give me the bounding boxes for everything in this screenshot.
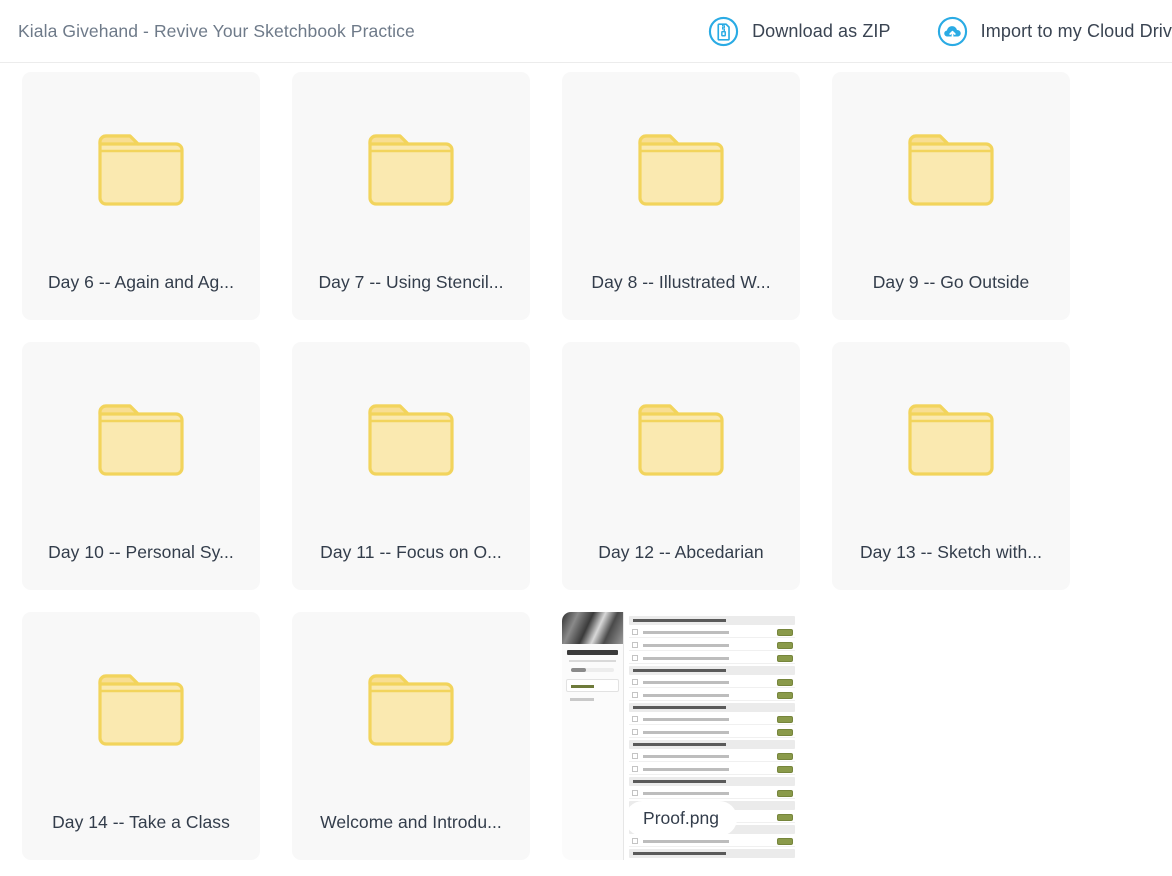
file-tile-image[interactable]: Proof.png (562, 612, 800, 860)
thumbnail-progress-bar (571, 668, 614, 672)
file-browser: Day 6 -- Again and Ag... Day 7 -- Using … (0, 63, 1172, 860)
header-actions: Download as ZIP Import to my Cloud Driv (708, 16, 1172, 47)
thumbnail-row (628, 627, 795, 638)
file-tile-folder[interactable]: Day 7 -- Using Stencil... (292, 72, 530, 320)
thumbnail-nav-item (570, 698, 595, 701)
file-tile-folder[interactable]: Day 11 -- Focus on O... (292, 342, 530, 590)
thumbnail-row (628, 788, 795, 799)
file-name-label: Day 9 -- Go Outside (872, 272, 1030, 292)
file-name-label: Day 12 -- Abcedarian (598, 542, 764, 562)
thumbnail-section-header (628, 616, 795, 625)
file-tile-folder[interactable]: Day 9 -- Go Outside (832, 72, 1070, 320)
download-as-zip-button[interactable]: Download as ZIP (708, 16, 891, 47)
folder-icon-area (562, 342, 800, 538)
thumbnail-course-subtitle (569, 660, 616, 662)
folder-icon-area (22, 612, 260, 808)
import-to-cloud-drive-button[interactable]: Import to my Cloud Driv (937, 16, 1172, 47)
thumbnail-course-title (567, 650, 618, 655)
import-to-cloud-drive-label: Import to my Cloud Driv (980, 20, 1172, 41)
file-grid: Day 6 -- Again and Ag... Day 7 -- Using … (22, 72, 1172, 860)
page-header: Kiala Givehand - Revive Your Sketchbook … (0, 0, 1172, 63)
thumbnail-section-header (628, 777, 795, 786)
file-name-label: Day 13 -- Sketch with... (859, 542, 1043, 562)
folder-icon-area (562, 72, 800, 268)
file-name-label: Day 6 -- Again and Ag... (47, 272, 235, 292)
thumbnail-row (628, 653, 795, 664)
thumbnail-row (628, 677, 795, 688)
thumbnail-hero-image (562, 612, 623, 644)
folder-icon-area (22, 72, 260, 268)
file-tile-folder[interactable]: Day 14 -- Take a Class (22, 612, 260, 860)
folder-icon (368, 674, 454, 746)
thumbnail-row (628, 764, 795, 775)
file-tile-folder[interactable]: Day 8 -- Illustrated W... (562, 72, 800, 320)
file-name-label: Day 10 -- Personal Sy... (48, 542, 234, 562)
thumbnail-sidebar (562, 612, 624, 860)
page-title: Kiala Givehand - Revive Your Sketchbook … (18, 20, 415, 41)
folder-icon-area (292, 612, 530, 808)
folder-icon (638, 134, 724, 206)
folder-icon-area (22, 342, 260, 538)
thumbnail-section-header (628, 666, 795, 675)
folder-icon-area (832, 72, 1070, 268)
thumbnail-row (628, 727, 795, 738)
thumbnail-section-header (628, 849, 795, 858)
file-name-label: Proof.png (625, 801, 737, 836)
file-tile-folder[interactable]: Day 13 -- Sketch with... (832, 342, 1070, 590)
thumbnail-row (628, 751, 795, 762)
file-name-label: Day 8 -- Illustrated W... (591, 272, 771, 292)
file-tile-folder[interactable]: Day 10 -- Personal Sy... (22, 342, 260, 590)
thumbnail-section-header (628, 740, 795, 749)
file-name-label: Day 11 -- Focus on O... (320, 542, 502, 562)
folder-icon-area (832, 342, 1070, 538)
thumbnail-row (628, 714, 795, 725)
file-tile-folder[interactable]: Day 6 -- Again and Ag... (22, 72, 260, 320)
folder-icon (98, 404, 184, 476)
folder-icon (98, 674, 184, 746)
zip-file-icon (708, 16, 739, 47)
folder-icon (368, 404, 454, 476)
file-name-label: Day 14 -- Take a Class (52, 812, 230, 832)
thumbnail-section-header (628, 703, 795, 712)
folder-icon (908, 134, 994, 206)
thumbnail-nav-item (566, 679, 619, 692)
download-as-zip-label: Download as ZIP (752, 20, 891, 41)
file-name-label: Welcome and Introdu... (320, 812, 502, 832)
folder-icon (98, 134, 184, 206)
cloud-upload-icon (937, 16, 968, 47)
file-tile-folder[interactable]: Day 12 -- Abcedarian (562, 342, 800, 590)
folder-icon (638, 404, 724, 476)
file-name-label: Day 7 -- Using Stencil... (318, 272, 504, 292)
folder-icon-area (292, 342, 530, 538)
folder-icon (908, 404, 994, 476)
thumbnail-row (628, 836, 795, 847)
file-tile-folder[interactable]: Welcome and Introdu... (292, 612, 530, 860)
thumbnail-row (628, 640, 795, 651)
folder-icon (368, 134, 454, 206)
thumbnail-row (628, 690, 795, 701)
folder-icon-area (292, 72, 530, 268)
